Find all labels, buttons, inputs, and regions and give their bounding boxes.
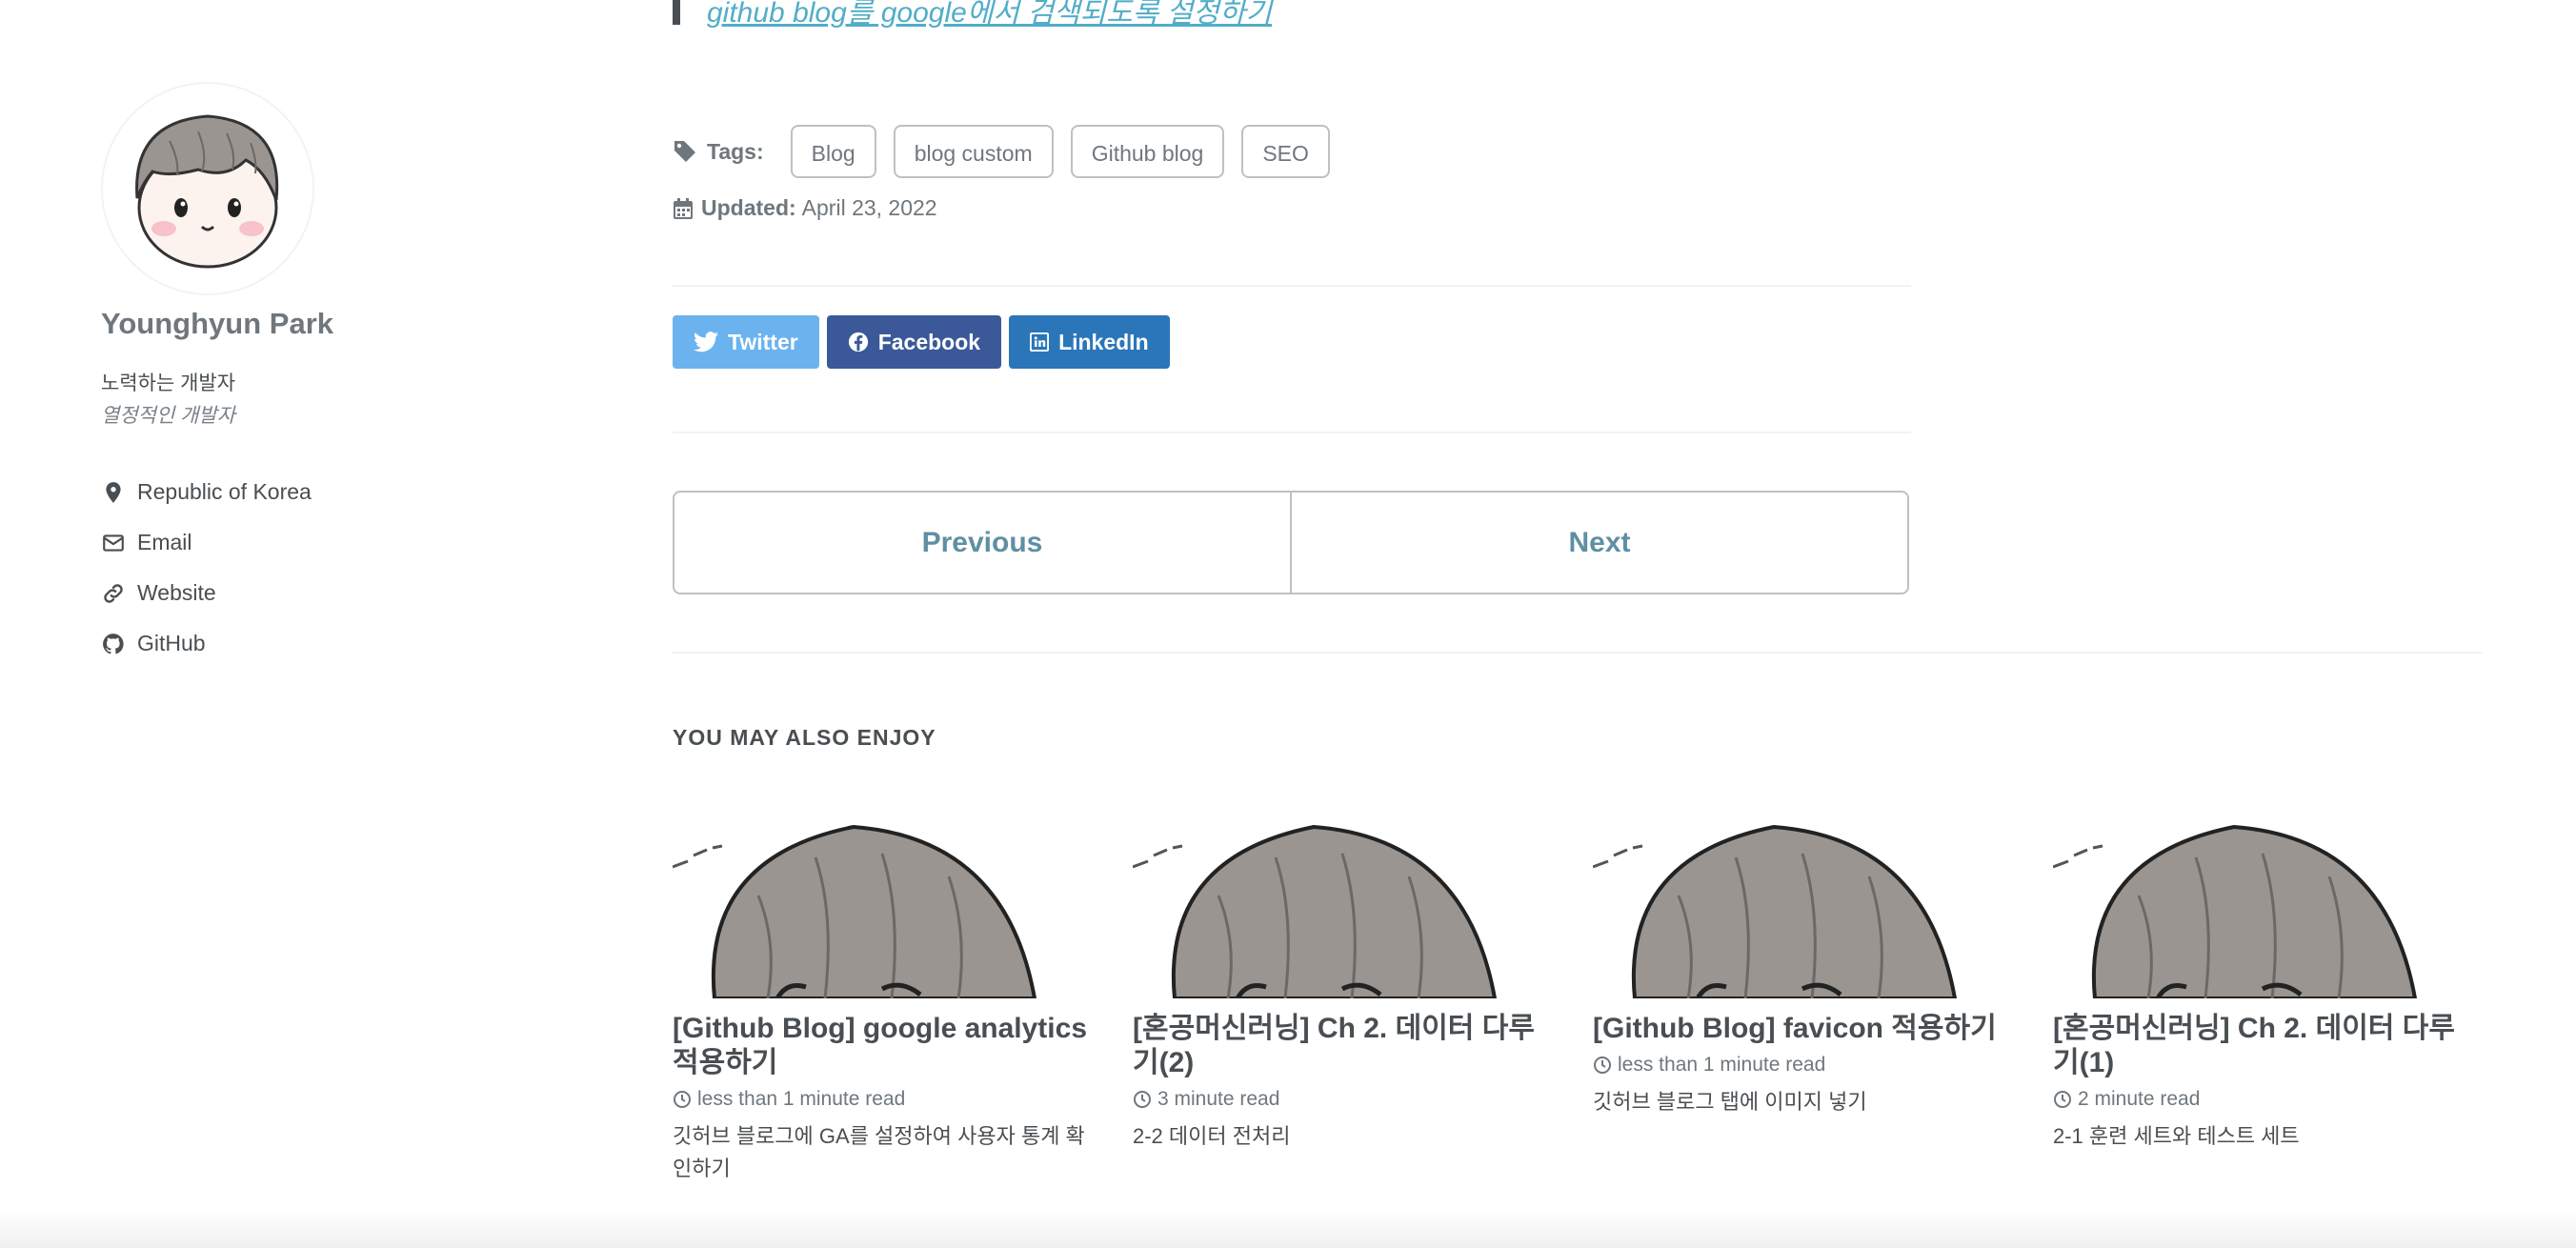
bio-line-1: 노력하는 개발자	[101, 372, 236, 394]
tag-link[interactable]: Github blog	[1070, 125, 1225, 178]
post-excerpt: 2-1 훈련 세트와 테스트 세트	[2053, 1124, 2300, 1148]
divider	[673, 285, 1911, 287]
post-title[interactable]: [혼공머신러닝] Ch 2. 데이터 다루기(2)	[1133, 1012, 1552, 1080]
author-name: Younghyun Park	[101, 307, 334, 340]
related-post-card[interactable]: [Github Blog] google analytics 적용하기 less…	[673, 819, 1092, 1185]
post-thumbnail[interactable]	[2053, 819, 2472, 998]
read-time-text: 2 minute read	[2078, 1088, 2201, 1110]
divider	[673, 432, 1911, 433]
map-marker-icon	[106, 481, 121, 503]
author-bio: 노력하는 개발자 열정적인 개발자	[101, 368, 235, 433]
share-linkedin-button[interactable]: LinkedIn	[1009, 315, 1170, 369]
pagination: Previous Next	[673, 491, 1909, 594]
divider	[673, 652, 2483, 654]
post-thumbnail[interactable]	[1133, 819, 1552, 998]
related-posts-title: YOU MAY ALSO ENJOY	[673, 725, 936, 750]
share-linkedin-label: LinkedIn	[1058, 329, 1149, 354]
share-buttons: Twitter Facebook LinkedIn	[673, 315, 1177, 369]
share-twitter-label: Twitter	[728, 329, 798, 354]
post-read-time: 3 minute read	[1133, 1088, 1552, 1111]
clock-icon	[1594, 1057, 1611, 1074]
footer-shadow	[0, 1210, 2576, 1248]
calendar-icon	[674, 197, 693, 219]
read-time-text: less than 1 minute read	[697, 1088, 906, 1110]
author-link-location: Republic of Korea	[101, 467, 312, 517]
author-links: Republic of Korea Email Website GitHub	[101, 467, 312, 669]
tags-label: Tags:	[673, 139, 764, 165]
github-icon	[103, 633, 124, 654]
share-twitter-button[interactable]: Twitter	[673, 315, 819, 369]
tag-link[interactable]: SEO	[1241, 125, 1330, 178]
clock-icon	[2054, 1091, 2071, 1108]
share-facebook-label: Facebook	[877, 329, 981, 354]
read-time-text: less than 1 minute read	[1618, 1054, 1826, 1076]
author-avatar	[101, 82, 314, 295]
author-link-label: Email	[137, 530, 192, 554]
post-read-time: less than 1 minute read	[1593, 1054, 2012, 1077]
clock-icon	[1134, 1091, 1151, 1108]
related-post-card[interactable]: [혼공머신러닝] Ch 2. 데이터 다루기(2) 3 minute read …	[1133, 819, 1552, 1153]
updated-date: Updated: April 23, 2022	[673, 195, 937, 221]
post-title[interactable]: [Github Blog] google analytics 적용하기	[673, 1012, 1092, 1080]
post-excerpt: 2-2 데이터 전처리	[1133, 1124, 1291, 1148]
facebook-icon	[848, 332, 868, 352]
next-button[interactable]: Next	[1292, 493, 1907, 593]
previous-button[interactable]: Previous	[674, 493, 1292, 593]
linkedin-icon	[1030, 332, 1050, 352]
author-link-github[interactable]: GitHub	[101, 618, 312, 669]
tag-link[interactable]: blog custom	[893, 125, 1054, 178]
author-link-label: GitHub	[137, 631, 206, 655]
tags-row: Tags: Blog blog custom Github blog SEO	[673, 125, 1347, 178]
tag-link[interactable]: Blog	[790, 125, 876, 178]
post-thumbnail[interactable]	[1593, 819, 2012, 998]
author-link-label: Republic of Korea	[137, 479, 312, 504]
post-thumbnail[interactable]	[673, 819, 1092, 998]
related-post-card[interactable]: [혼공머신러닝] Ch 2. 데이터 다루기(1) 2 minute read …	[2053, 819, 2472, 1153]
post-read-time: less than 1 minute read	[673, 1088, 1092, 1111]
post-excerpt: 깃허브 블로그에 GA를 설정하여 사용자 통계 확인하기	[673, 1124, 1085, 1180]
link-icon	[104, 583, 123, 603]
read-time-text: 3 minute read	[1157, 1088, 1280, 1110]
quote-link[interactable]: github blog를 google에서 검색되도록 설정하기	[707, 0, 1272, 30]
bio-line-2: 열정적인 개발자	[101, 405, 236, 427]
author-link-email[interactable]: Email	[101, 517, 312, 568]
post-read-time: 2 minute read	[2053, 1088, 2472, 1111]
author-link-website[interactable]: Website	[101, 568, 312, 618]
tags-icon	[674, 141, 695, 162]
share-facebook-button[interactable]: Facebook	[826, 315, 1002, 369]
post-title[interactable]: [혼공머신러닝] Ch 2. 데이터 다루기(1)	[2053, 1012, 2472, 1080]
author-link-label: Website	[137, 580, 216, 605]
twitter-icon	[694, 332, 718, 352]
tags-label-text: Tags:	[707, 138, 764, 164]
post-title[interactable]: [Github Blog] favicon 적용하기	[1593, 1012, 2012, 1046]
related-post-card[interactable]: [Github Blog] favicon 적용하기 less than 1 m…	[1593, 819, 2012, 1118]
clock-icon	[674, 1091, 691, 1108]
post-excerpt: 깃허브 블로그 탭에 이미지 넣기	[1593, 1090, 1867, 1114]
blockquote-bar	[673, 0, 680, 25]
updated-label: Updated:	[701, 195, 796, 220]
envelope-icon	[103, 533, 124, 552]
updated-value: April 23, 2022	[801, 195, 937, 220]
